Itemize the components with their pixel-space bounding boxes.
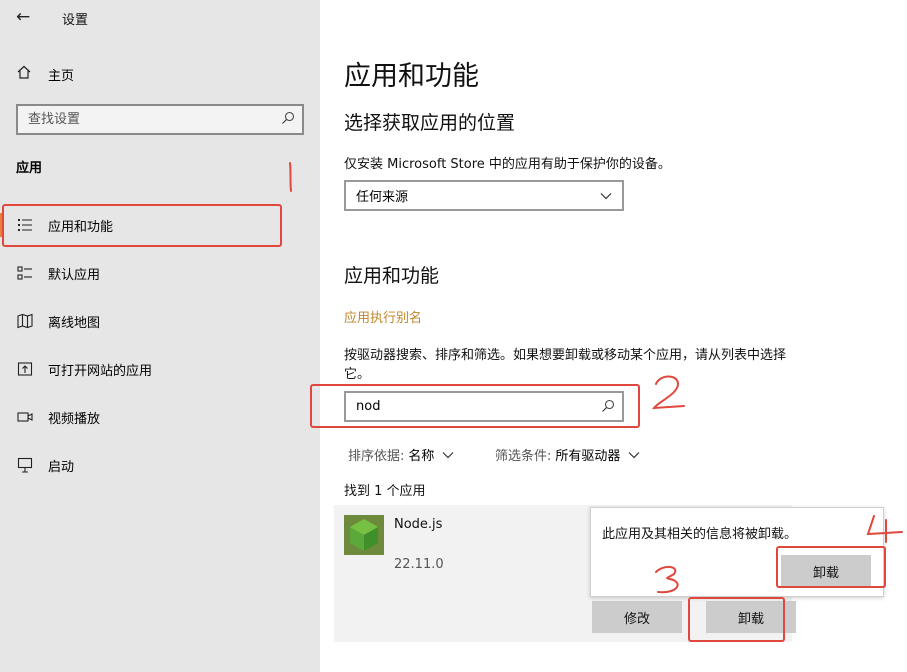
apps-features-icon bbox=[16, 216, 34, 234]
app-name: Node.js bbox=[394, 517, 443, 532]
filter-label: 筛选条件: bbox=[495, 449, 552, 464]
chevron-down-icon bbox=[600, 193, 612, 200]
chevron-down-icon bbox=[442, 451, 454, 458]
active-indicator bbox=[0, 213, 4, 237]
startup-icon bbox=[16, 456, 34, 474]
search-icon[interactable] bbox=[281, 111, 295, 125]
filter-dropdown[interactable]: 筛选条件: 所有驱动器 bbox=[495, 445, 640, 464]
choose-location-heading: 选择获取应用的位置 bbox=[344, 112, 516, 134]
sidebar-item-label: 应用和功能 bbox=[48, 219, 114, 235]
section-title: 应用 bbox=[16, 161, 43, 176]
settings-search-input[interactable] bbox=[18, 106, 258, 133]
chevron-down-icon bbox=[628, 451, 640, 458]
app-execution-alias-link[interactable]: 应用执行别名 bbox=[344, 307, 422, 326]
uninstall-button[interactable]: 卸载 bbox=[706, 601, 796, 633]
confirm-uninstall-button[interactable]: 卸载 bbox=[781, 555, 871, 587]
search-icon[interactable] bbox=[601, 399, 615, 413]
sidebar: ← 设置 主页 应用 应用和功能 默认应用 离线地图 bbox=[0, 0, 320, 672]
sort-label: 排序依据: bbox=[348, 449, 405, 464]
sidebar-item-apps-features[interactable]: 应用和功能 bbox=[0, 205, 320, 245]
sidebar-item-label: 默认应用 bbox=[48, 267, 101, 283]
app-version: 22.11.0 bbox=[394, 557, 444, 572]
app-search-input[interactable] bbox=[346, 393, 586, 420]
page-title: 应用和功能 bbox=[344, 61, 479, 92]
sidebar-item-video-playback[interactable]: 视频播放 bbox=[0, 397, 320, 437]
uninstall-confirm-message: 此应用及其相关的信息将被卸载。 bbox=[602, 527, 798, 542]
sidebar-item-apps-for-websites[interactable]: 可打开网站的应用 bbox=[0, 349, 320, 389]
results-count: 找到 1 个应用 bbox=[344, 484, 426, 499]
default-apps-icon bbox=[16, 264, 34, 282]
sidebar-item-startup[interactable]: 启动 bbox=[0, 445, 320, 485]
sidebar-item-label: 视频播放 bbox=[48, 411, 101, 427]
apps-features-heading: 应用和功能 bbox=[344, 265, 440, 287]
back-arrow-icon[interactable]: ← bbox=[16, 7, 30, 27]
sidebar-item-default-apps[interactable]: 默认应用 bbox=[0, 253, 320, 293]
main-content: 应用和功能 选择获取应用的位置 仅安装 Microsoft Store 中的应用… bbox=[310, 0, 907, 672]
apps-for-websites-icon bbox=[16, 360, 34, 378]
offline-maps-icon bbox=[16, 312, 34, 330]
settings-search-box[interactable] bbox=[16, 104, 304, 135]
window-title: 设置 bbox=[62, 13, 89, 28]
sort-value: 名称 bbox=[408, 449, 435, 464]
home-label: 主页 bbox=[48, 68, 75, 84]
sidebar-item-label: 离线地图 bbox=[48, 315, 101, 331]
app-source-value: 任何来源 bbox=[356, 190, 409, 205]
sidebar-item-label: 启动 bbox=[48, 459, 75, 475]
sidebar-item-offline-maps[interactable]: 离线地图 bbox=[0, 301, 320, 341]
home-nav-item[interactable]: 主页 bbox=[16, 63, 74, 85]
annotation-1 bbox=[289, 162, 292, 192]
app-source-dropdown[interactable]: 任何来源 bbox=[344, 180, 624, 211]
search-description: 按驱动器搜索、排序和筛选。如果想要卸载或移动某个应用，请从列表中选择它。 bbox=[344, 348, 787, 382]
sidebar-item-label: 可打开网站的应用 bbox=[48, 363, 153, 379]
modify-button[interactable]: 修改 bbox=[592, 601, 682, 633]
home-icon bbox=[16, 64, 36, 84]
choose-location-description: 仅安装 Microsoft Store 中的应用有助于保护你的设备。 bbox=[344, 157, 671, 172]
nodejs-app-icon bbox=[344, 515, 384, 555]
app-search-box[interactable] bbox=[344, 391, 624, 422]
sort-dropdown[interactable]: 排序依据: 名称 bbox=[348, 445, 454, 464]
filter-value: 所有驱动器 bbox=[555, 449, 621, 464]
uninstall-confirm-flyout: 此应用及其相关的信息将被卸载。 卸载 bbox=[590, 507, 884, 597]
video-playback-icon bbox=[16, 408, 34, 426]
